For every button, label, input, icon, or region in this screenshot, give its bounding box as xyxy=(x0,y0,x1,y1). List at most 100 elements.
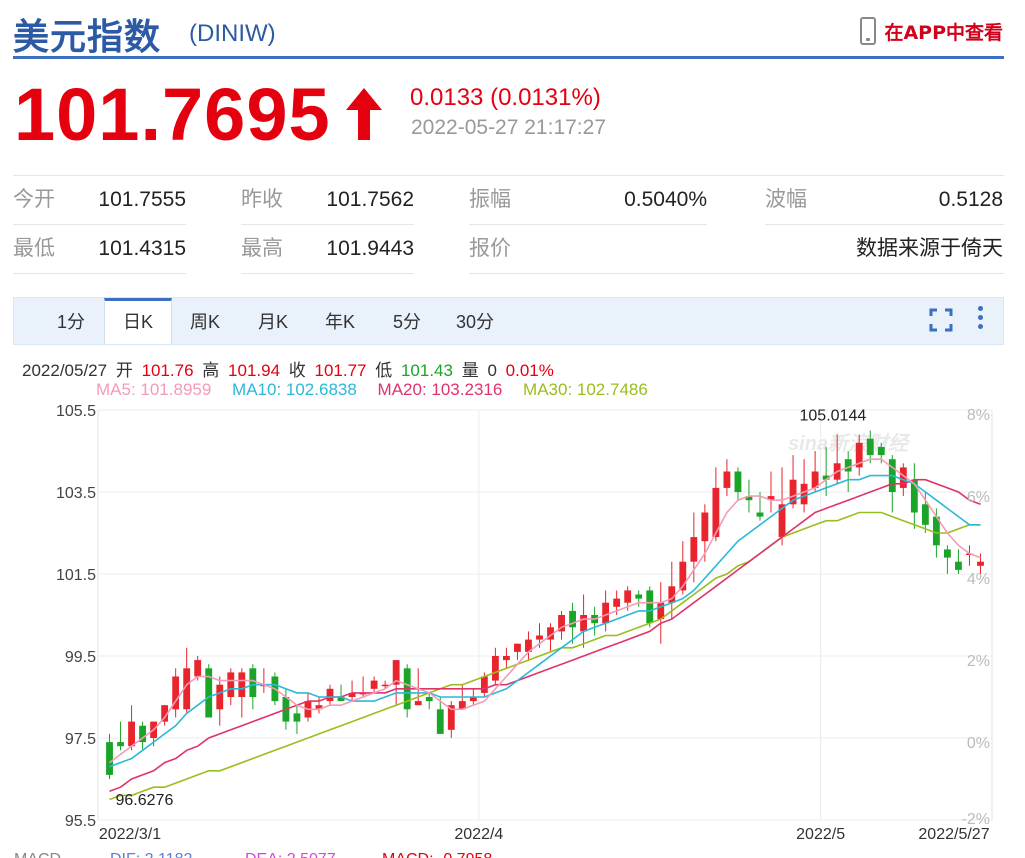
low-annotation: 96.6276 xyxy=(116,792,174,809)
candle-body xyxy=(238,672,246,697)
high-annotation: 105.0144 xyxy=(800,408,867,425)
ma10-legend: MA10: 102.6838 xyxy=(232,380,357,399)
stat-label-prev-close: 昨收 xyxy=(241,188,283,211)
candle-body xyxy=(536,635,543,640)
candle-body xyxy=(491,656,499,681)
price-change: 0.0133 (0.0131%) xyxy=(410,84,601,111)
open-in-app-link[interactable]: 在APP中查看 xyxy=(860,17,1003,45)
open-in-app-label: 在APP中查看 xyxy=(884,21,1003,44)
candle-body xyxy=(955,561,962,570)
macd-label: DIF: 2.1182 xyxy=(110,851,193,858)
stat-value-low: 101.4315 xyxy=(98,237,186,260)
fullscreen-icon[interactable] xyxy=(929,308,953,332)
bar-close-label: 收 xyxy=(288,361,306,380)
candle-body xyxy=(624,590,632,603)
macd-label: MACD xyxy=(14,851,61,858)
stat-value-high: 101.9443 xyxy=(326,237,414,260)
header-divider xyxy=(13,56,1004,59)
candle-body xyxy=(205,668,213,718)
stat-label-range: 波幅 xyxy=(765,188,807,211)
tab-yearly-k[interactable]: 年K xyxy=(309,298,371,344)
y-tick-label: 101.5 xyxy=(56,567,96,584)
candle-body xyxy=(921,504,929,525)
candle-body xyxy=(128,721,135,747)
stat-label-quote-source: 报价 xyxy=(469,237,511,260)
page-title: 美元指数 xyxy=(13,17,162,58)
macd-label: MACD: -0.7958 xyxy=(382,851,492,858)
candle-body xyxy=(414,701,422,706)
stat-label-open: 今开 xyxy=(13,188,55,211)
candle-body xyxy=(866,438,874,456)
tab-monthly-k[interactable]: 月K xyxy=(242,298,304,344)
stat-value-quote-source: 数据来源于倚天 xyxy=(856,237,1003,260)
ma20-legend: MA20: 103.2316 xyxy=(377,380,503,399)
bar-open: 101.76 xyxy=(141,361,194,380)
candle-body xyxy=(194,660,202,677)
pct-tick-label: 0% xyxy=(967,735,990,752)
pct-tick-label: 8% xyxy=(967,407,990,424)
y-tick-label: 95.5 xyxy=(65,813,96,830)
pct-tick-label: 6% xyxy=(967,489,990,506)
candle-body xyxy=(646,590,654,624)
bar-close: 101.77 xyxy=(314,361,367,380)
pct-tick-label: 2% xyxy=(967,653,990,670)
candle-body xyxy=(117,742,124,747)
plot-frame xyxy=(97,409,993,821)
x-tick-label: 2022/4 xyxy=(454,826,503,843)
stat-label-amplitude: 振幅 xyxy=(469,188,511,211)
y-tick-label: 105.5 xyxy=(56,403,96,420)
quote-timestamp: 2022-05-27 21:17:27 xyxy=(411,116,606,139)
candle-body xyxy=(381,684,389,687)
candle-body xyxy=(249,668,257,697)
candle-body xyxy=(293,713,301,722)
stat-value-range: 0.5128 xyxy=(938,188,1003,211)
candle-body xyxy=(106,742,113,775)
stat-label-high: 最高 xyxy=(241,237,283,260)
stat-value-amplitude: 0.5040% xyxy=(624,188,707,211)
ma5-legend: MA5: 101.8959 xyxy=(96,380,212,399)
tab-5min[interactable]: 5分 xyxy=(378,298,436,344)
page-header: 美元指数 (DINIW) 在APP中查看 xyxy=(13,8,1003,58)
chart-tab-bar: 1分 日K 周K 月K 年K 5分 30分 xyxy=(13,297,1004,345)
x-tick-label: 2022/5/27 xyxy=(918,826,989,843)
tab-1min[interactable]: 1分 xyxy=(44,298,98,344)
watermark: sina新浪财经 xyxy=(788,432,911,455)
y-tick-label: 97.5 xyxy=(65,731,96,748)
ma5-line xyxy=(109,458,981,764)
candle-body xyxy=(977,561,984,566)
pct-tick-label: 4% xyxy=(967,571,990,588)
ma-lines xyxy=(109,458,981,801)
candle-body xyxy=(800,483,808,505)
candle-body xyxy=(877,446,885,456)
more-menu-icon[interactable] xyxy=(978,306,984,333)
candle-body xyxy=(602,602,610,624)
x-tick-label: 2022/5 xyxy=(796,826,845,843)
bar-vol: 0 xyxy=(487,361,497,380)
bar-low: 101.43 xyxy=(400,361,453,380)
candle-body xyxy=(635,594,643,599)
candle-body xyxy=(756,512,764,517)
candle-body xyxy=(943,549,951,558)
candle-body xyxy=(425,697,433,702)
symbol-code: (DINIW) xyxy=(189,20,276,47)
candle-body xyxy=(613,598,621,607)
macd-label: DEA: 2.5077 xyxy=(245,851,336,858)
tab-30min[interactable]: 30分 xyxy=(442,298,508,344)
ma-legend: MA5: 101.8959 MA10: 102.6838 MA20: 103.2… xyxy=(96,380,664,400)
kline-chart[interactable]: sina新浪财经 105.5 103.5 101.5 99.5 97.5 95.5 8% 6%… xyxy=(0,398,1025,858)
bar-vol-label: 量 xyxy=(461,361,479,380)
bar-date: 2022/05/27 xyxy=(22,361,108,380)
tab-weekly-k[interactable]: 周K xyxy=(174,298,236,344)
candle-body xyxy=(734,471,742,492)
stat-value-prev-close: 101.7562 xyxy=(326,188,414,211)
candle-body xyxy=(690,537,698,562)
bar-high-label: 高 xyxy=(202,361,220,380)
ma30-legend: MA30: 102.7486 xyxy=(523,380,648,399)
ma10-line xyxy=(109,474,981,768)
axis-labels: 105.5103.5101.599.597.595.58%6%4%2%0%-2%… xyxy=(14,403,990,858)
tab-daily-k[interactable]: 日K xyxy=(104,298,172,344)
candle-body xyxy=(436,709,444,734)
candle-body xyxy=(701,512,709,542)
stat-label-low: 最低 xyxy=(13,237,55,260)
candle-body xyxy=(326,688,334,702)
